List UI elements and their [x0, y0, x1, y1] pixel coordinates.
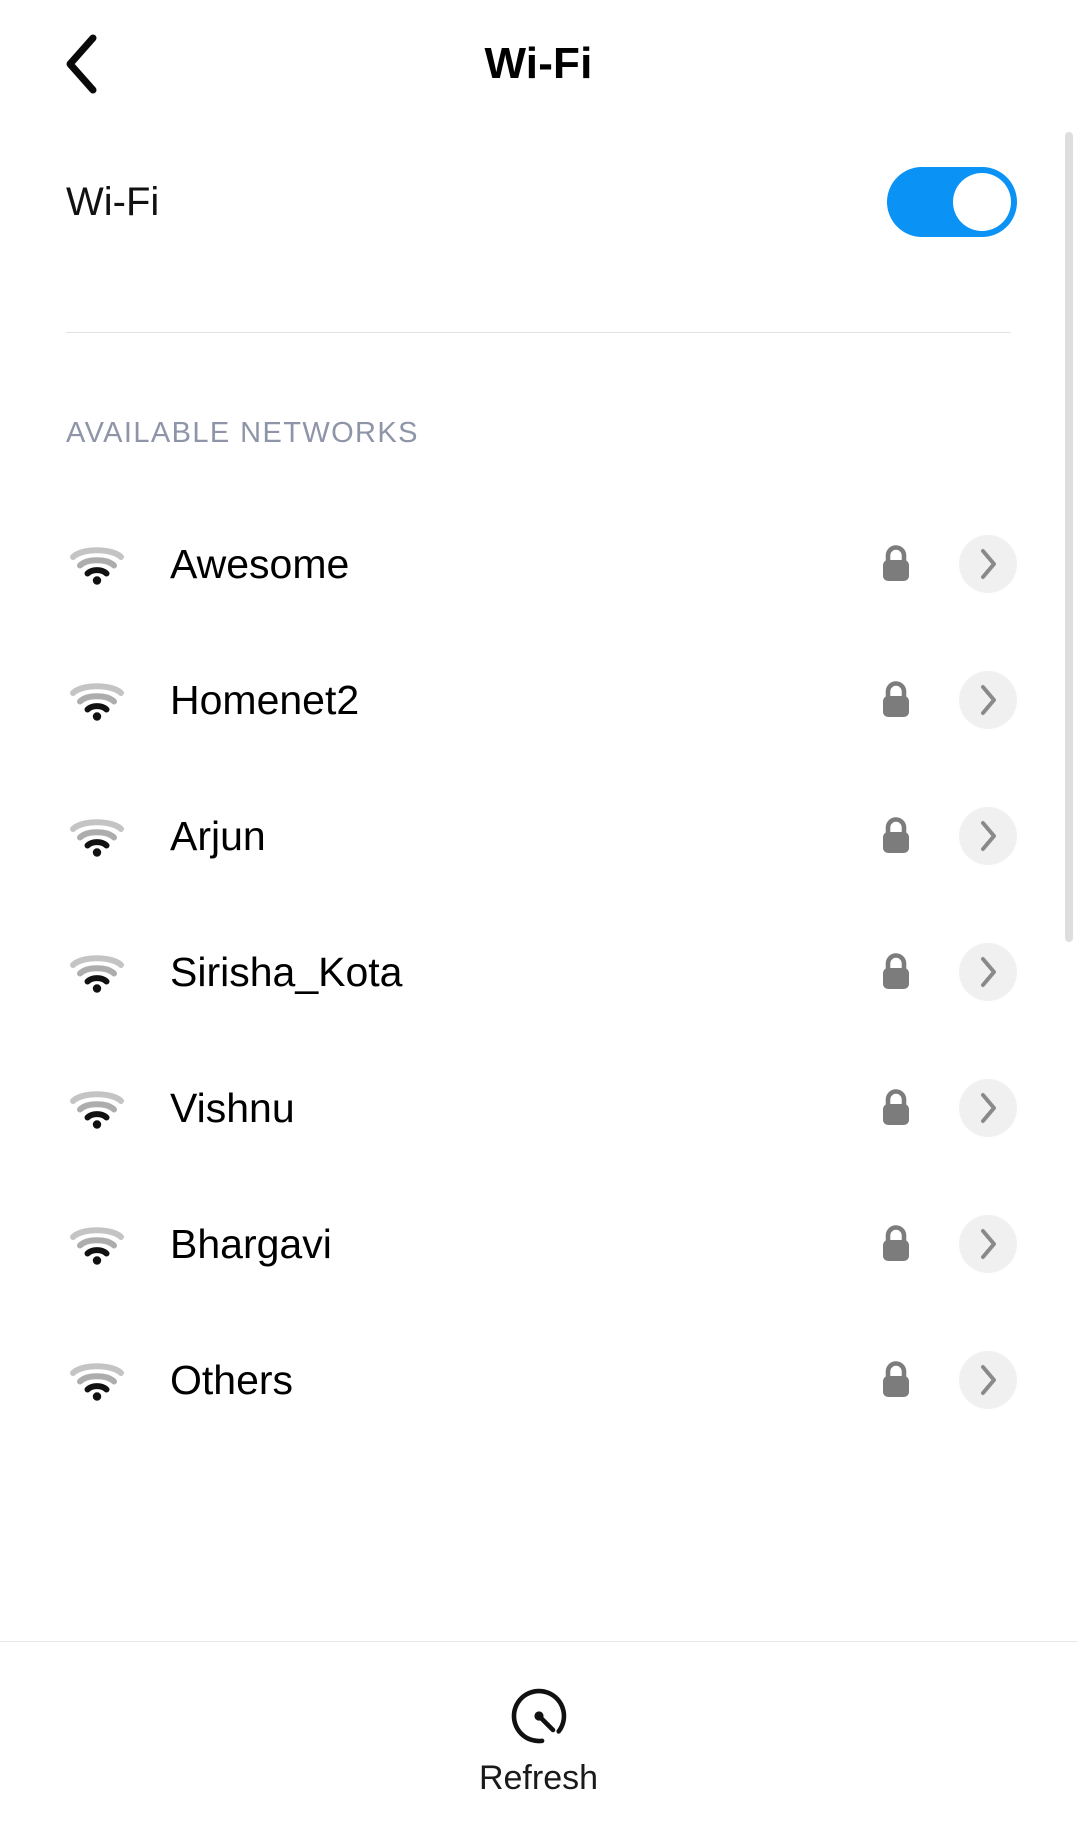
network-name: Others: [170, 1357, 879, 1404]
chevron-right-icon: [978, 548, 998, 580]
page-title: Wi-Fi: [484, 42, 592, 86]
network-detail-button[interactable]: [959, 1351, 1017, 1409]
network-detail-button[interactable]: [959, 1079, 1017, 1137]
chevron-right-icon: [978, 820, 998, 852]
network-detail-button[interactable]: [959, 671, 1017, 729]
available-networks-header: AVAILABLE NETWORKS: [66, 417, 1077, 450]
network-detail-button[interactable]: [959, 535, 1017, 593]
chevron-right-icon: [978, 1092, 998, 1124]
refresh-button[interactable]: Refresh: [449, 1679, 628, 1804]
wifi-icon: [66, 1220, 128, 1268]
network-row[interactable]: Bhargavi: [0, 1176, 1077, 1312]
network-name: Awesome: [170, 541, 879, 588]
wifi-icon: [66, 812, 128, 860]
wifi-toggle-knob: [953, 173, 1011, 231]
network-row[interactable]: Sirisha_Kota: [0, 904, 1077, 1040]
lock-icon: [879, 1223, 913, 1265]
wifi-icon: [66, 676, 128, 724]
network-row[interactable]: Awesome: [0, 496, 1077, 632]
chevron-right-icon: [978, 1364, 998, 1396]
chevron-right-icon: [978, 684, 998, 716]
back-button[interactable]: [44, 27, 118, 101]
section-divider: [66, 332, 1011, 333]
wifi-toggle-row[interactable]: Wi-Fi: [0, 128, 1077, 276]
network-detail-button[interactable]: [959, 1215, 1017, 1273]
lock-icon: [879, 1359, 913, 1401]
refresh-icon: [508, 1685, 570, 1747]
wifi-settings-screen: Wi-Fi Wi-Fi AVAILABLE NETWORKS Awesome H…: [0, 0, 1077, 1841]
chevron-left-icon: [64, 34, 98, 94]
wifi-icon: [66, 1356, 128, 1404]
network-row[interactable]: Vishnu: [0, 1040, 1077, 1176]
network-name: Arjun: [170, 813, 879, 860]
network-list: Awesome Homenet2 Arjun Sirisha_Kota: [0, 496, 1077, 1448]
network-name: Sirisha_Kota: [170, 949, 879, 996]
header-bar: Wi-Fi: [0, 0, 1077, 128]
chevron-right-icon: [978, 1228, 998, 1260]
lock-icon: [879, 1087, 913, 1129]
network-detail-button[interactable]: [959, 943, 1017, 1001]
network-row[interactable]: Homenet2: [0, 632, 1077, 768]
lock-icon: [879, 679, 913, 721]
scrollbar-thumb[interactable]: [1065, 132, 1073, 942]
bottom-action-bar: Refresh: [0, 1641, 1077, 1841]
refresh-label: Refresh: [479, 1759, 598, 1798]
network-row[interactable]: Others: [0, 1312, 1077, 1448]
lock-icon: [879, 815, 913, 857]
chevron-right-icon: [978, 956, 998, 988]
wifi-icon: [66, 540, 128, 588]
network-name: Homenet2: [170, 677, 879, 724]
network-row[interactable]: Arjun: [0, 768, 1077, 904]
lock-icon: [879, 951, 913, 993]
network-name: Bhargavi: [170, 1221, 879, 1268]
wifi-icon: [66, 948, 128, 996]
wifi-icon: [66, 1084, 128, 1132]
lock-icon: [879, 543, 913, 585]
wifi-toggle-switch[interactable]: [887, 167, 1017, 237]
network-detail-button[interactable]: [959, 807, 1017, 865]
wifi-toggle-label: Wi-Fi: [66, 180, 159, 225]
network-name: Vishnu: [170, 1085, 879, 1132]
